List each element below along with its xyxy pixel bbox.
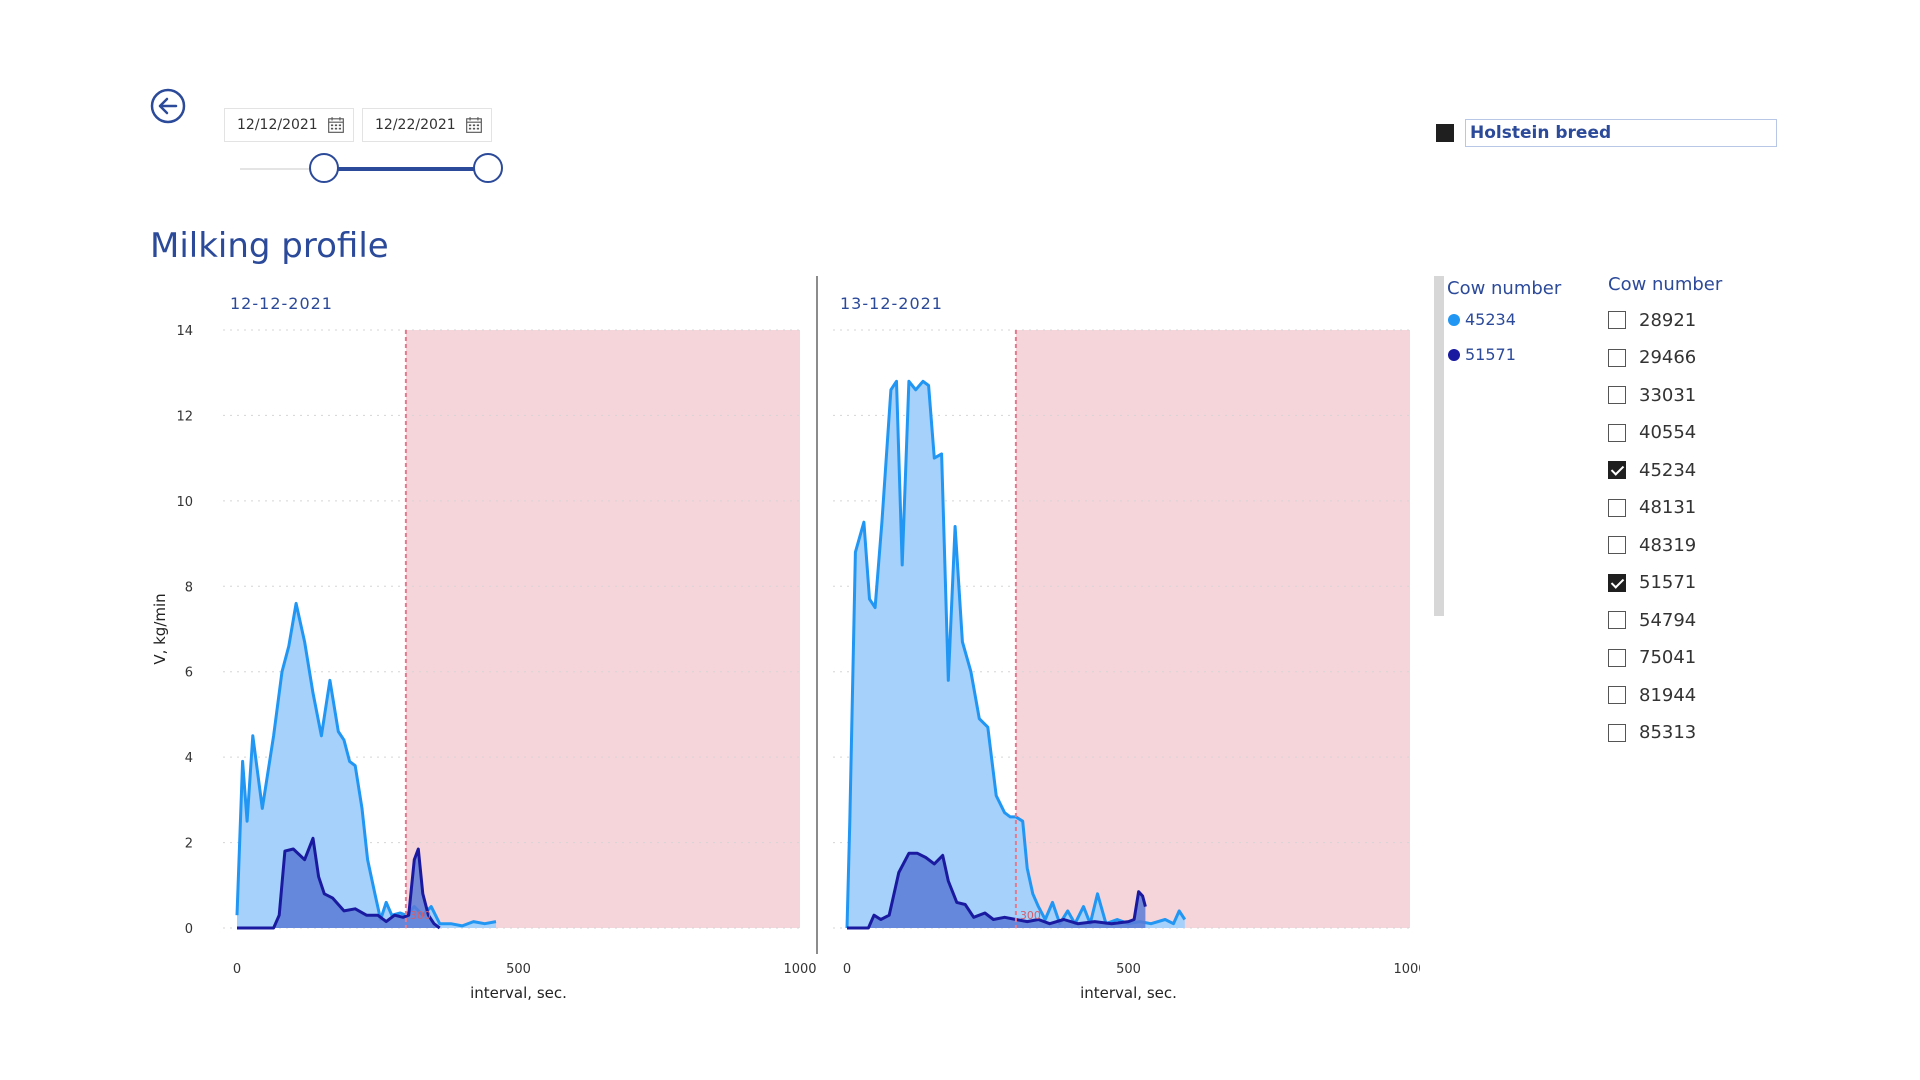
legend-item-45234[interactable]: 45234: [1448, 310, 1516, 329]
legend-dot: [1448, 348, 1460, 361]
legend-label: 51571: [1465, 345, 1516, 364]
slicer-checkbox[interactable]: [1608, 498, 1626, 517]
slicer-item-48131[interactable]: 48131: [1608, 495, 1696, 521]
panel-title: 12-12-2021: [230, 294, 333, 313]
slicer-item-40554[interactable]: 40554: [1608, 420, 1696, 446]
slicer-checkbox[interactable]: [1608, 573, 1626, 592]
slicer-item-label: 40554: [1639, 422, 1697, 443]
slicer-item-54794[interactable]: 54794: [1608, 607, 1696, 633]
slicer-item-51571[interactable]: 51571: [1608, 570, 1696, 596]
panel-title: 13-12-2021: [840, 294, 943, 313]
y-tick-label: 4: [185, 751, 193, 766]
y-tick-label: 14: [176, 324, 193, 339]
slicer-item-81944[interactable]: 81944: [1608, 682, 1696, 708]
y-tick-label: 12: [176, 409, 193, 424]
y-tick-label: 2: [185, 837, 193, 852]
slicer-item-label: 28921: [1639, 309, 1697, 331]
legend-dot: [1448, 313, 1460, 326]
slicer-checkbox[interactable]: [1608, 311, 1626, 329]
slicer-item-label: 81944: [1639, 684, 1697, 706]
x-tick-label: 500: [506, 962, 531, 977]
slicer-item-label: 48319: [1639, 534, 1697, 556]
x-tick-label: 0: [233, 962, 241, 977]
slicer-item-label: 85313: [1639, 722, 1697, 743]
legend-label: 45234: [1465, 310, 1516, 329]
slicer-item-label: 54794: [1639, 609, 1697, 631]
date-slider-start-handle[interactable]: [309, 153, 339, 183]
legend-scrollbar[interactable]: [1434, 276, 1444, 616]
calendar-icon[interactable]: [325, 116, 347, 134]
x-tick-label: 500: [1116, 962, 1141, 977]
threshold-label: 300: [1020, 909, 1041, 922]
slicer-item-28921[interactable]: 28921: [1608, 307, 1696, 333]
slicer-checkbox[interactable]: [1608, 386, 1626, 404]
legend-title: Cow number: [1447, 278, 1562, 299]
slicer-checkbox[interactable]: [1608, 648, 1626, 667]
slicer-item-label: 48131: [1639, 497, 1697, 518]
x-tick-label: 1000: [1393, 962, 1420, 977]
date-slider-range: [325, 167, 489, 171]
slicer-item-75041[interactable]: 75041: [1608, 645, 1696, 671]
page-title: Milking profile: [150, 226, 389, 266]
back-arrow-icon[interactable]: [150, 88, 186, 124]
slicer-item-48319[interactable]: 48319: [1608, 532, 1696, 558]
date-slider-end-handle[interactable]: [473, 153, 503, 183]
slicer-item-45234[interactable]: 45234: [1608, 457, 1696, 483]
y-tick-label: 0: [185, 922, 193, 937]
slicer-item-85313[interactable]: 85313: [1608, 720, 1696, 746]
slicer-checkbox[interactable]: [1608, 423, 1626, 442]
slicer-item-label: 29466: [1639, 347, 1697, 368]
y-tick-label: 8: [185, 580, 193, 595]
x-axis-label: interval, sec.: [1080, 984, 1177, 1002]
y-tick-label: 10: [176, 495, 193, 510]
slicer-item-33031[interactable]: 33031: [1608, 382, 1696, 408]
slicer-item-label: 45234: [1639, 459, 1697, 481]
breed-color-swatch: [1436, 124, 1454, 142]
slicer-checkbox[interactable]: [1608, 686, 1626, 704]
x-tick-label: 0: [843, 962, 851, 977]
threshold-zone: [405, 330, 800, 928]
slicer-checkbox[interactable]: [1608, 723, 1626, 742]
end-date-input[interactable]: 12/22/2021: [362, 108, 492, 142]
start-date-value: 12/12/2021: [237, 117, 318, 133]
slicer-item-29466[interactable]: 29466: [1608, 345, 1696, 371]
slicer-item-label: 33031: [1639, 384, 1697, 406]
slicer-item-label: 51571: [1639, 572, 1697, 593]
slicer-checkbox[interactable]: [1608, 348, 1626, 367]
legend-item-51571[interactable]: 51571: [1448, 345, 1516, 364]
calendar-icon[interactable]: [463, 116, 485, 134]
slicer-item-label: 75041: [1639, 647, 1697, 668]
threshold-label: 300: [410, 909, 431, 922]
slicer-title: Cow number: [1608, 274, 1723, 295]
slicer-checkbox[interactable]: [1608, 611, 1626, 629]
y-axis-label: V, kg/min: [151, 593, 169, 664]
breed-textbox[interactable]: Holstein breed: [1465, 119, 1777, 147]
x-axis-label: interval, sec.: [470, 984, 567, 1002]
y-tick-label: 6: [185, 666, 193, 681]
start-date-input[interactable]: 12/12/2021: [224, 108, 354, 142]
slicer-checkbox[interactable]: [1608, 461, 1626, 479]
slicer-checkbox[interactable]: [1608, 536, 1626, 554]
milking-profile-charts: 0 2 4 6 8 10 12 14 300 0 500 1000 interval, sec. 12-1…: [151, 276, 1420, 1002]
end-date-value: 12/22/2021: [375, 117, 456, 133]
threshold-zone: [1015, 330, 1410, 928]
x-tick-label: 1000: [783, 962, 816, 977]
